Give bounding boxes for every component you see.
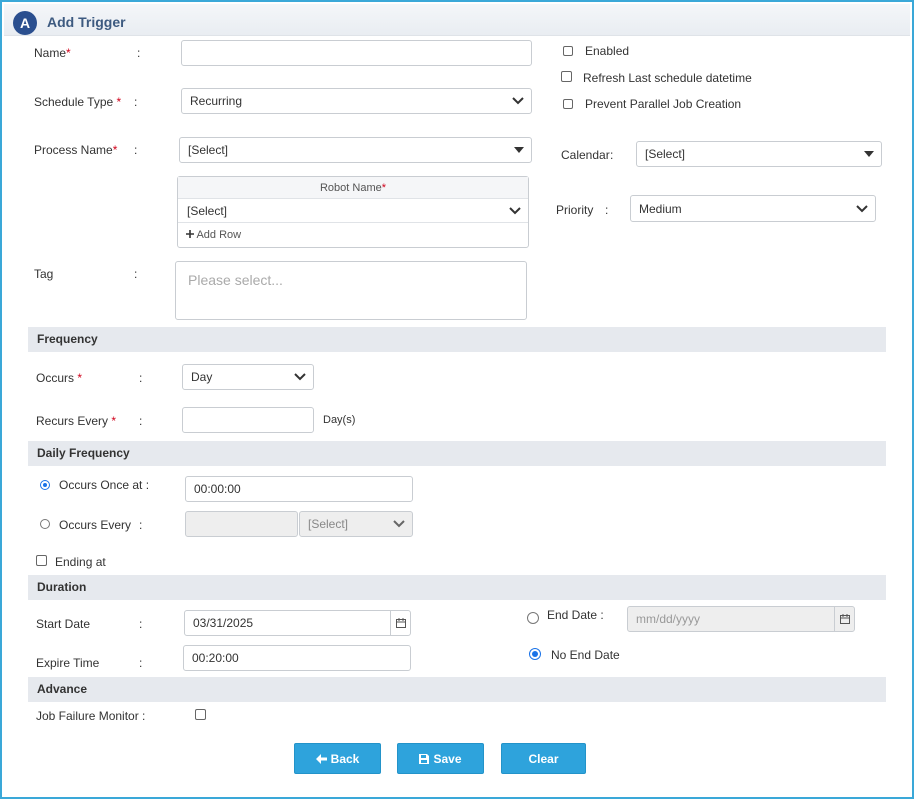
back-button-label: Back	[330, 751, 360, 766]
chevron-down-icon	[393, 520, 405, 528]
priority-label: Priority	[556, 203, 594, 217]
recurs-every-unit: Day(s)	[323, 414, 356, 426]
end-date-label: End Date :	[547, 608, 604, 622]
dialog-title: Add Trigger	[47, 14, 126, 30]
occurs-once-label: Occurs Once at :	[59, 478, 150, 492]
occurs-select[interactable]: Day	[182, 364, 314, 390]
ending-at-label: Ending at	[55, 555, 106, 569]
plus-icon	[186, 230, 194, 238]
occurs-label: Occurs *	[36, 371, 83, 385]
robot-grid: Robot Name* [Select] Add Row	[177, 176, 529, 248]
name-input[interactable]	[181, 40, 532, 66]
chevron-down-icon	[294, 373, 306, 381]
process-name-value: [Select]	[188, 143, 229, 157]
robot-name-header: Robot Name*	[178, 177, 528, 199]
priority-select[interactable]: Medium	[630, 195, 876, 222]
prevent-parallel-checkbox[interactable]	[563, 99, 573, 109]
duration-section-header: Duration	[28, 575, 886, 600]
save-button-label: Save	[433, 751, 462, 766]
enabled-label: Enabled	[585, 44, 630, 58]
back-button[interactable]: Back	[294, 743, 381, 774]
occurs-every-unit-value: [Select]	[308, 517, 349, 531]
no-end-date-label: No End Date	[551, 648, 620, 662]
end-date-placeholder: mm/dd/yyyy	[636, 612, 701, 626]
colon: :	[139, 656, 143, 670]
colon: :	[139, 414, 143, 428]
colon: :	[134, 267, 138, 281]
expire-time-label: Expire Time	[36, 656, 100, 670]
robot-name-select[interactable]: [Select]	[178, 199, 528, 223]
colon: :	[134, 143, 138, 157]
start-date-input[interactable]: 03/31/2025	[184, 610, 411, 636]
name-label: Name*	[34, 46, 71, 60]
process-name-label: Process Name*	[34, 143, 118, 157]
occurs-every-input[interactable]	[185, 511, 298, 537]
colon: :	[139, 518, 143, 532]
frequency-section-header: Frequency	[28, 327, 886, 352]
occurs-every-radio[interactable]	[40, 519, 50, 529]
tag-input[interactable]: Please select...	[175, 261, 527, 320]
job-failure-monitor-checkbox[interactable]	[195, 709, 206, 720]
colon: :	[610, 148, 614, 162]
recurs-every-label: Recurs Every *	[36, 414, 117, 428]
dialog-header: A Add Trigger	[4, 4, 910, 36]
schedule-type-value: Recurring	[190, 94, 243, 108]
app-logo: A	[13, 11, 37, 35]
end-date-input[interactable]: mm/dd/yyyy	[627, 606, 855, 632]
refresh-label: Refresh Last schedule datetime	[583, 71, 752, 85]
calendar-icon[interactable]	[390, 611, 410, 635]
prevent-parallel-label: Prevent Parallel Job Creation	[585, 97, 742, 111]
colon: :	[139, 617, 143, 631]
refresh-checkbox[interactable]	[561, 71, 572, 82]
ending-at-checkbox[interactable]	[36, 555, 47, 566]
robot-name-value: [Select]	[187, 204, 228, 218]
occurs-once-time-input[interactable]: 00:00:00	[185, 476, 413, 502]
chevron-down-icon	[512, 97, 524, 105]
end-date-radio[interactable]	[527, 612, 539, 624]
schedule-type-label: Schedule Type *	[34, 95, 122, 109]
occurs-value: Day	[191, 370, 213, 384]
occurs-every-unit-select[interactable]: [Select]	[299, 511, 413, 537]
daily-frequency-section-header: Daily Frequency	[28, 441, 886, 466]
clear-button-label: Clear	[528, 751, 559, 766]
colon: :	[139, 371, 143, 385]
calendar-value: [Select]	[645, 147, 686, 161]
colon: :	[137, 46, 141, 60]
chevron-down-icon	[856, 204, 868, 212]
calendar-icon[interactable]	[834, 607, 854, 631]
caret-down-icon	[864, 151, 874, 157]
occurs-once-radio[interactable]	[40, 480, 50, 490]
clear-button[interactable]: Clear	[501, 743, 586, 774]
process-name-select[interactable]: [Select]	[179, 137, 532, 163]
floppy-disk-icon	[419, 753, 430, 764]
advance-section-header: Advance	[28, 677, 886, 702]
no-end-date-radio[interactable]	[529, 648, 541, 660]
enabled-checkbox[interactable]	[563, 46, 573, 56]
occurs-every-label: Occurs Every	[59, 518, 132, 532]
colon: :	[605, 203, 609, 217]
start-date-label: Start Date	[36, 617, 91, 631]
calendar-label: Calendar	[561, 148, 610, 162]
start-date-value: 03/31/2025	[193, 616, 254, 630]
save-button[interactable]: Save	[397, 743, 484, 774]
arrow-left-icon	[315, 753, 327, 764]
add-row-label: Add Row	[196, 229, 242, 241]
add-row-button[interactable]: Add Row	[186, 229, 241, 241]
tag-label: Tag	[34, 267, 54, 281]
caret-down-icon	[514, 147, 524, 153]
calendar-select[interactable]: [Select]	[636, 141, 882, 167]
colon: :	[134, 95, 138, 109]
job-failure-monitor-label: Job Failure Monitor :	[36, 709, 146, 723]
recurs-every-input[interactable]	[182, 407, 314, 433]
chevron-down-icon	[509, 206, 521, 214]
priority-value: Medium	[639, 201, 682, 216]
schedule-type-select[interactable]: Recurring	[181, 88, 532, 114]
expire-time-input[interactable]: 00:20:00	[183, 645, 411, 671]
